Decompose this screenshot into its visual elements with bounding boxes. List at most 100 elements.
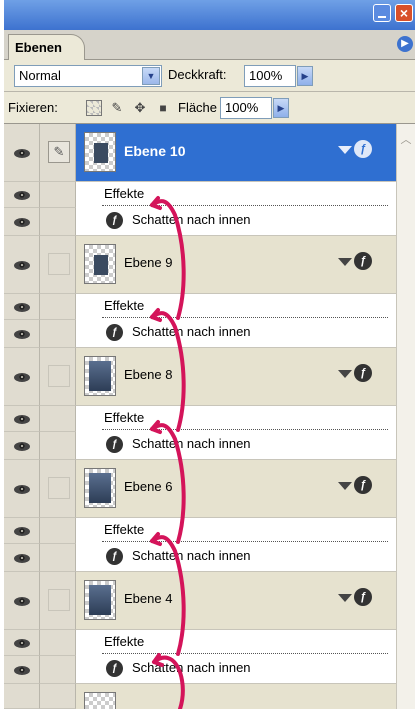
fx-icon: ƒ bbox=[106, 212, 123, 229]
eye-icon[interactable] bbox=[14, 302, 30, 312]
layer-row[interactable]: ✎ Ebene 10 ƒ bbox=[4, 124, 396, 182]
fx-icon: ƒ bbox=[106, 324, 123, 341]
layer-name: Ebene 9 bbox=[124, 255, 173, 270]
layer-row[interactable]: Ebene 9 ƒ bbox=[4, 236, 396, 294]
fill-input[interactable]: 100% bbox=[220, 97, 272, 119]
eye-icon[interactable] bbox=[14, 260, 30, 270]
link-box[interactable] bbox=[48, 253, 70, 275]
triangle-down-icon[interactable] bbox=[338, 370, 352, 378]
eye-icon[interactable] bbox=[14, 190, 30, 200]
effect-row[interactable]: ƒ Schatten nach innen bbox=[4, 544, 396, 572]
triangle-down-icon[interactable] bbox=[338, 482, 352, 490]
lock-options-row: Fixieren: ✎ ✥ ■ Fläche 100% ▶ bbox=[4, 92, 415, 124]
fx-icon: ƒ bbox=[354, 476, 372, 494]
layer-item[interactable]: Ebene 10 ƒ bbox=[76, 124, 396, 182]
layer-row[interactable]: Ebene 4 ƒ bbox=[4, 572, 396, 630]
layer-row[interactable]: Ebene 6 ƒ bbox=[4, 460, 396, 518]
lock-transparency-icon[interactable] bbox=[86, 100, 102, 116]
lock-label: Fixieren: bbox=[8, 100, 58, 115]
fx-icon: ƒ bbox=[354, 252, 372, 270]
chevron-up-icon[interactable]: ︿ bbox=[398, 132, 414, 148]
eye-icon[interactable] bbox=[14, 217, 30, 227]
layer-item[interactable]: Ebene 8 ƒ bbox=[76, 348, 396, 406]
layer-thumbnail bbox=[84, 132, 116, 172]
close-icon[interactable]: × bbox=[395, 4, 413, 22]
layer-thumbnail bbox=[84, 468, 116, 508]
eye-icon[interactable] bbox=[14, 553, 30, 563]
layer-thumbnail bbox=[84, 580, 116, 620]
opacity-slider-button[interactable]: ▶ bbox=[297, 66, 313, 86]
brush-icon[interactable]: ✎ bbox=[48, 141, 70, 163]
eye-icon[interactable] bbox=[14, 638, 30, 648]
layer-name: Ebene 6 bbox=[124, 479, 173, 494]
triangle-down-icon[interactable] bbox=[338, 258, 352, 266]
layer-name: Ebene 10 bbox=[124, 143, 186, 159]
triangle-down-icon[interactable] bbox=[338, 594, 352, 602]
fx-icon: ƒ bbox=[354, 364, 372, 382]
effect-name: Schatten nach innen bbox=[132, 324, 251, 339]
eye-icon[interactable] bbox=[14, 441, 30, 451]
blend-options-row: Normal ▼ Deckkraft: 100% ▶ bbox=[4, 60, 415, 92]
link-box[interactable] bbox=[48, 589, 70, 611]
fx-icon: ƒ bbox=[354, 588, 372, 606]
effect-row[interactable]: ƒ Schatten nach innen bbox=[4, 208, 396, 236]
brush-icon[interactable]: ✎ bbox=[109, 100, 125, 116]
link-column: ✎ bbox=[40, 124, 76, 182]
link-box[interactable] bbox=[48, 365, 70, 387]
eye-icon[interactable] bbox=[14, 414, 30, 424]
tab-strip: Ebenen ▶ bbox=[4, 30, 415, 61]
opacity-label: Deckkraft: bbox=[168, 67, 227, 82]
effect-name: Schatten nach innen bbox=[132, 548, 251, 563]
effects-label: Effekte bbox=[104, 522, 145, 537]
palette-title-bar[interactable]: × bbox=[4, 0, 415, 30]
link-box[interactable] bbox=[48, 477, 70, 499]
eye-icon[interactable] bbox=[14, 372, 30, 382]
panel-menu-icon[interactable]: ▶ bbox=[397, 36, 413, 52]
blend-mode-select[interactable]: Normal ▼ bbox=[14, 65, 162, 87]
minimize-icon[interactable] bbox=[373, 4, 391, 22]
layer-list[interactable]: ✎ Ebene 10 ƒ Effekte ƒ Schatten nach inne… bbox=[4, 124, 396, 709]
effects-row[interactable]: Effekte bbox=[4, 294, 396, 320]
eye-icon[interactable] bbox=[14, 484, 30, 494]
effect-row[interactable]: ƒ Schatten nach innen bbox=[4, 656, 396, 684]
fx-icon: ƒ bbox=[106, 548, 123, 565]
fill-slider-button[interactable]: ▶ bbox=[273, 98, 289, 118]
tab-layers[interactable]: Ebenen bbox=[8, 34, 85, 61]
layer-thumbnail bbox=[84, 692, 116, 709]
layer-item[interactable] bbox=[76, 684, 396, 709]
triangle-down-icon[interactable] bbox=[338, 146, 352, 154]
move-icon[interactable]: ✥ bbox=[132, 100, 148, 116]
effects-label: Effekte bbox=[104, 410, 145, 425]
eye-icon[interactable] bbox=[14, 526, 30, 536]
lock-icon[interactable]: ■ bbox=[155, 100, 171, 116]
layer-item[interactable]: Ebene 6 ƒ bbox=[76, 460, 396, 518]
effect-row[interactable]: ƒ Schatten nach innen bbox=[4, 320, 396, 348]
layer-row-partial[interactable] bbox=[4, 684, 396, 709]
layer-row[interactable]: Ebene 8 ƒ bbox=[4, 348, 396, 406]
layer-thumbnail bbox=[84, 356, 116, 396]
effects-row[interactable]: Effekte bbox=[4, 630, 396, 656]
fx-icon: ƒ bbox=[354, 140, 372, 158]
eye-icon[interactable] bbox=[14, 596, 30, 606]
fill-label: Fläche bbox=[178, 100, 218, 115]
layer-list-scrollbar[interactable]: ︿ bbox=[396, 124, 415, 709]
effect-name: Schatten nach innen bbox=[132, 436, 251, 451]
opacity-input[interactable]: 100% bbox=[244, 65, 296, 87]
layer-name: Ebene 4 bbox=[124, 591, 173, 606]
effect-row[interactable]: ƒ Schatten nach innen bbox=[4, 432, 396, 460]
effects-row[interactable]: Effekte bbox=[4, 406, 396, 432]
layer-item[interactable]: Ebene 9 ƒ bbox=[76, 236, 396, 294]
eye-icon[interactable] bbox=[14, 665, 30, 675]
effect-name: Schatten nach innen bbox=[132, 660, 251, 675]
effects-label: Effekte bbox=[104, 186, 145, 201]
chevron-down-icon[interactable]: ▼ bbox=[142, 67, 160, 85]
effects-label: Effekte bbox=[104, 298, 145, 313]
blend-mode-value: Normal bbox=[19, 68, 61, 83]
eye-icon[interactable] bbox=[14, 148, 30, 158]
effects-row[interactable]: Effekte bbox=[4, 182, 396, 208]
effects-label: Effekte bbox=[104, 634, 145, 649]
layer-item[interactable]: Ebene 4 ƒ bbox=[76, 572, 396, 630]
effects-row[interactable]: Effekte bbox=[4, 518, 396, 544]
layer-name: Ebene 8 bbox=[124, 367, 173, 382]
eye-icon[interactable] bbox=[14, 329, 30, 339]
